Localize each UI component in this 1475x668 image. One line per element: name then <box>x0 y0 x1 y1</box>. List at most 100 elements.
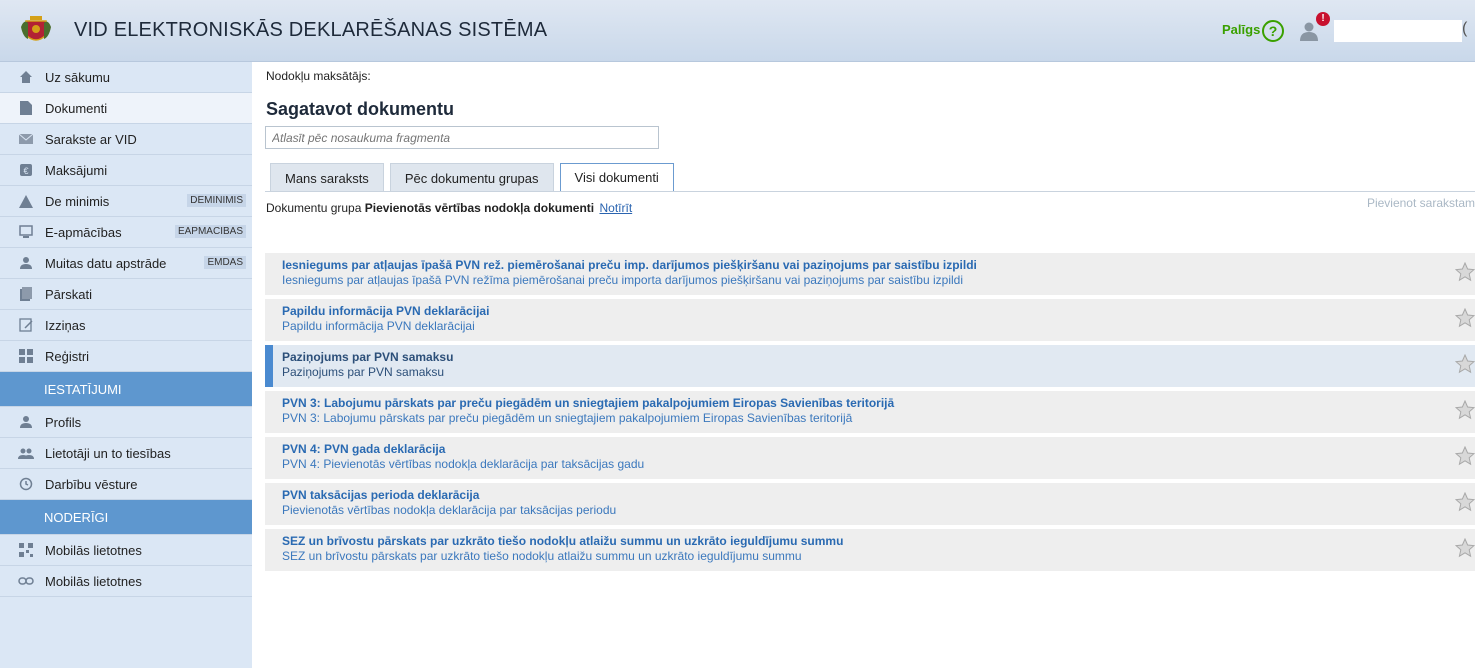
user-menu-icon[interactable]: ( <box>1462 20 1467 38</box>
document-title[interactable]: SEZ un brīvostu pārskats par uzkrāto tie… <box>282 534 1465 548</box>
document-title[interactable]: PVN 3: Labojumu pārskats par preču piegā… <box>282 396 1465 410</box>
grid-icon <box>18 348 34 364</box>
sidebar-item-label: De minimis <box>45 193 110 209</box>
document-row[interactable]: Paziņojums par PVN samaksu Paziņojums par… <box>265 345 1475 387</box>
qr-icon <box>18 542 34 558</box>
notification-badge[interactable]: ! <box>1316 12 1330 26</box>
sidebar-item-label: Mobilās lietotnes <box>45 573 142 589</box>
coat-of-arms-logo[interactable] <box>18 13 54 49</box>
sidebar-item-label: Reģistri <box>45 348 90 364</box>
sidebar-item-label: Maksājumi <box>45 162 108 178</box>
document-row[interactable]: PVN 4: PVN gada deklarācija PVN 4: Pievie… <box>265 437 1475 479</box>
sidebar-item-users[interactable]: Lietotāji un to tiesības <box>0 438 252 469</box>
favorite-star-icon[interactable] <box>1454 445 1475 466</box>
sidebar-item-de-minimis[interactable]: De minimis DEMINIMIS <box>0 186 252 217</box>
group-prefix: Dokumentu grupa <box>266 201 362 215</box>
document-row[interactable]: PVN taksācijas perioda deklarācija Pievie… <box>265 483 1475 525</box>
document-list: Iesniegums par atļaujas īpašā PVN rež. p… <box>265 253 1475 575</box>
sidebar-item-registers[interactable]: Reģistri <box>0 341 252 372</box>
sidebar-section-useful: NODERĪGI <box>0 500 252 535</box>
top-header: VID ELEKTRONISKĀS DEKLARĒŠANAS SISTĒMA P… <box>0 0 1475 62</box>
document-row[interactable]: PVN 3: Labojumu pārskats par preču piegā… <box>265 391 1475 433</box>
document-title[interactable]: Paziņojums par PVN samaksu <box>282 350 1465 364</box>
search-input[interactable] <box>265 126 659 149</box>
mail-icon <box>18 131 34 147</box>
user-icon[interactable] <box>1298 21 1320 41</box>
eapmacibas-tag: EAPMACIBAS <box>174 225 246 238</box>
payment-icon: € <box>18 162 34 178</box>
document-row[interactable]: Papildu informācija PVN deklarācijai Papi… <box>265 299 1475 341</box>
sidebar-item-payments[interactable]: € Maksājumi <box>0 155 252 186</box>
document-subtitle: Paziņojums par PVN samaksu <box>282 365 445 379</box>
document-subtitle: PVN 4: Pievienotās vērtības nodokļa dekl… <box>282 457 645 471</box>
document-row[interactable]: Iesniegums par atļaujas īpašā PVN rež. p… <box>265 253 1475 295</box>
tab-divider <box>265 191 1475 192</box>
document-subtitle: Pievienotās vērtības nodokļa deklarācija… <box>282 503 617 517</box>
page-title: Sagatavot dokumentu <box>266 99 455 119</box>
sidebar-item-label: E-apmācības <box>45 224 122 240</box>
warning-icon <box>18 193 34 209</box>
taxpayer-label: Nodokļu maksātājs: <box>266 69 371 83</box>
document-subtitle: Papildu informācija PVN deklarācijai <box>282 319 475 333</box>
emdas-tag: EMDAS <box>204 256 246 269</box>
document-subtitle: Iesniegums par atļaujas īpašā PVN režīma… <box>282 273 963 287</box>
certificate-icon <box>18 317 34 333</box>
document-subtitle: SEZ un brīvostu pārskats par uzkrāto tie… <box>282 549 802 563</box>
tab-my-list[interactable]: Mans saraksts <box>270 163 384 192</box>
sidebar-section-settings: IESTATĪJUMI <box>0 372 252 407</box>
link-icon <box>18 573 34 589</box>
clear-filter-link[interactable]: Notīrīt <box>599 201 632 215</box>
reports-icon <box>18 286 34 302</box>
sidebar-item-label: Pārskati <box>45 286 92 302</box>
sidebar-item-mobile-apps[interactable]: Mobilās lietotnes <box>0 535 252 566</box>
favorite-star-icon[interactable] <box>1454 307 1475 328</box>
sidebar-item-label: Izziņas <box>45 317 86 333</box>
favorite-star-icon[interactable] <box>1454 399 1475 420</box>
history-icon <box>18 476 34 492</box>
document-subtitle: PVN 3: Labojumu pārskats par preču piegā… <box>282 411 853 425</box>
user-name-redacted[interactable] <box>1334 20 1462 42</box>
favorite-star-icon[interactable] <box>1454 491 1475 512</box>
tab-bar: Mans saraksts Pēc dokumentu grupas Visi … <box>270 163 680 192</box>
sidebar-item-label: Dokumenti <box>45 100 108 116</box>
document-group-filter: Dokumentu grupa Pievienotās vērtības nod… <box>266 201 632 215</box>
tab-by-group[interactable]: Pēc dokumentu grupas <box>389 163 554 192</box>
sidebar-item-profile[interactable]: Profils <box>0 407 252 438</box>
customs-icon <box>18 255 34 271</box>
sidebar-item-documents[interactable]: Dokumenti <box>0 93 252 124</box>
tab-all-documents[interactable]: Visi dokumenti <box>559 163 674 192</box>
sidebar-item-customs[interactable]: Muitas datu apstrāde EMDAS <box>0 248 252 279</box>
sidebar-item-home[interactable]: Uz sākumu <box>0 62 252 93</box>
user-icon <box>18 414 34 430</box>
document-title[interactable]: PVN taksācijas perioda deklarācija <box>282 488 1465 502</box>
group-name: Pievienotās vērtības nodokļa dokumenti <box>364 201 595 215</box>
sidebar-item-correspondence[interactable]: Sarakste ar VID <box>0 124 252 155</box>
document-icon <box>18 100 34 116</box>
sidebar-item-label: Sarakste ar VID <box>45 131 137 147</box>
sidebar-item-label: Uz sākumu <box>45 69 111 85</box>
home-icon <box>18 69 34 85</box>
monitor-icon <box>18 224 34 240</box>
deminimis-tag: DEMINIMIS <box>187 194 246 207</box>
add-to-list-link[interactable]: Pievienot sarakstam <box>1367 196 1475 210</box>
favorite-star-icon[interactable] <box>1454 537 1475 558</box>
document-title[interactable]: Iesniegums par atļaujas īpašā PVN rež. p… <box>282 258 1465 272</box>
sidebar-item-certificates[interactable]: Izziņas <box>0 310 252 341</box>
document-row[interactable]: SEZ un brīvostu pārskats par uzkrāto tie… <box>265 529 1475 571</box>
sidebar-item-label: Lietotāji un to tiesības <box>45 445 171 461</box>
sidebar-item-label: Muitas datu apstrāde <box>45 255 167 271</box>
favorite-star-icon[interactable] <box>1454 261 1475 282</box>
app-title: VID ELEKTRONISKĀS DEKLARĒŠANAS SISTĒMA <box>74 19 548 41</box>
help-link[interactable]: Palīgs <box>1222 22 1260 37</box>
sidebar-item-mobile-apps-link[interactable]: Mobilās lietotnes <box>0 566 252 597</box>
sidebar: Uz sākumu Dokumenti Sarakste ar VID € Ma… <box>0 62 252 668</box>
users-icon <box>18 445 34 461</box>
sidebar-item-label: Mobilās lietotnes <box>45 542 142 558</box>
favorite-star-icon[interactable] <box>1454 353 1475 374</box>
sidebar-item-e-learning[interactable]: E-apmācības EAPMACIBAS <box>0 217 252 248</box>
document-title[interactable]: PVN 4: PVN gada deklarācija <box>282 442 1465 456</box>
sidebar-item-history[interactable]: Darbību vēsture <box>0 469 252 500</box>
sidebar-item-reports[interactable]: Pārskati <box>0 279 252 310</box>
help-icon[interactable]: ? <box>1262 20 1284 42</box>
document-title[interactable]: Papildu informācija PVN deklarācijai <box>282 304 1465 318</box>
